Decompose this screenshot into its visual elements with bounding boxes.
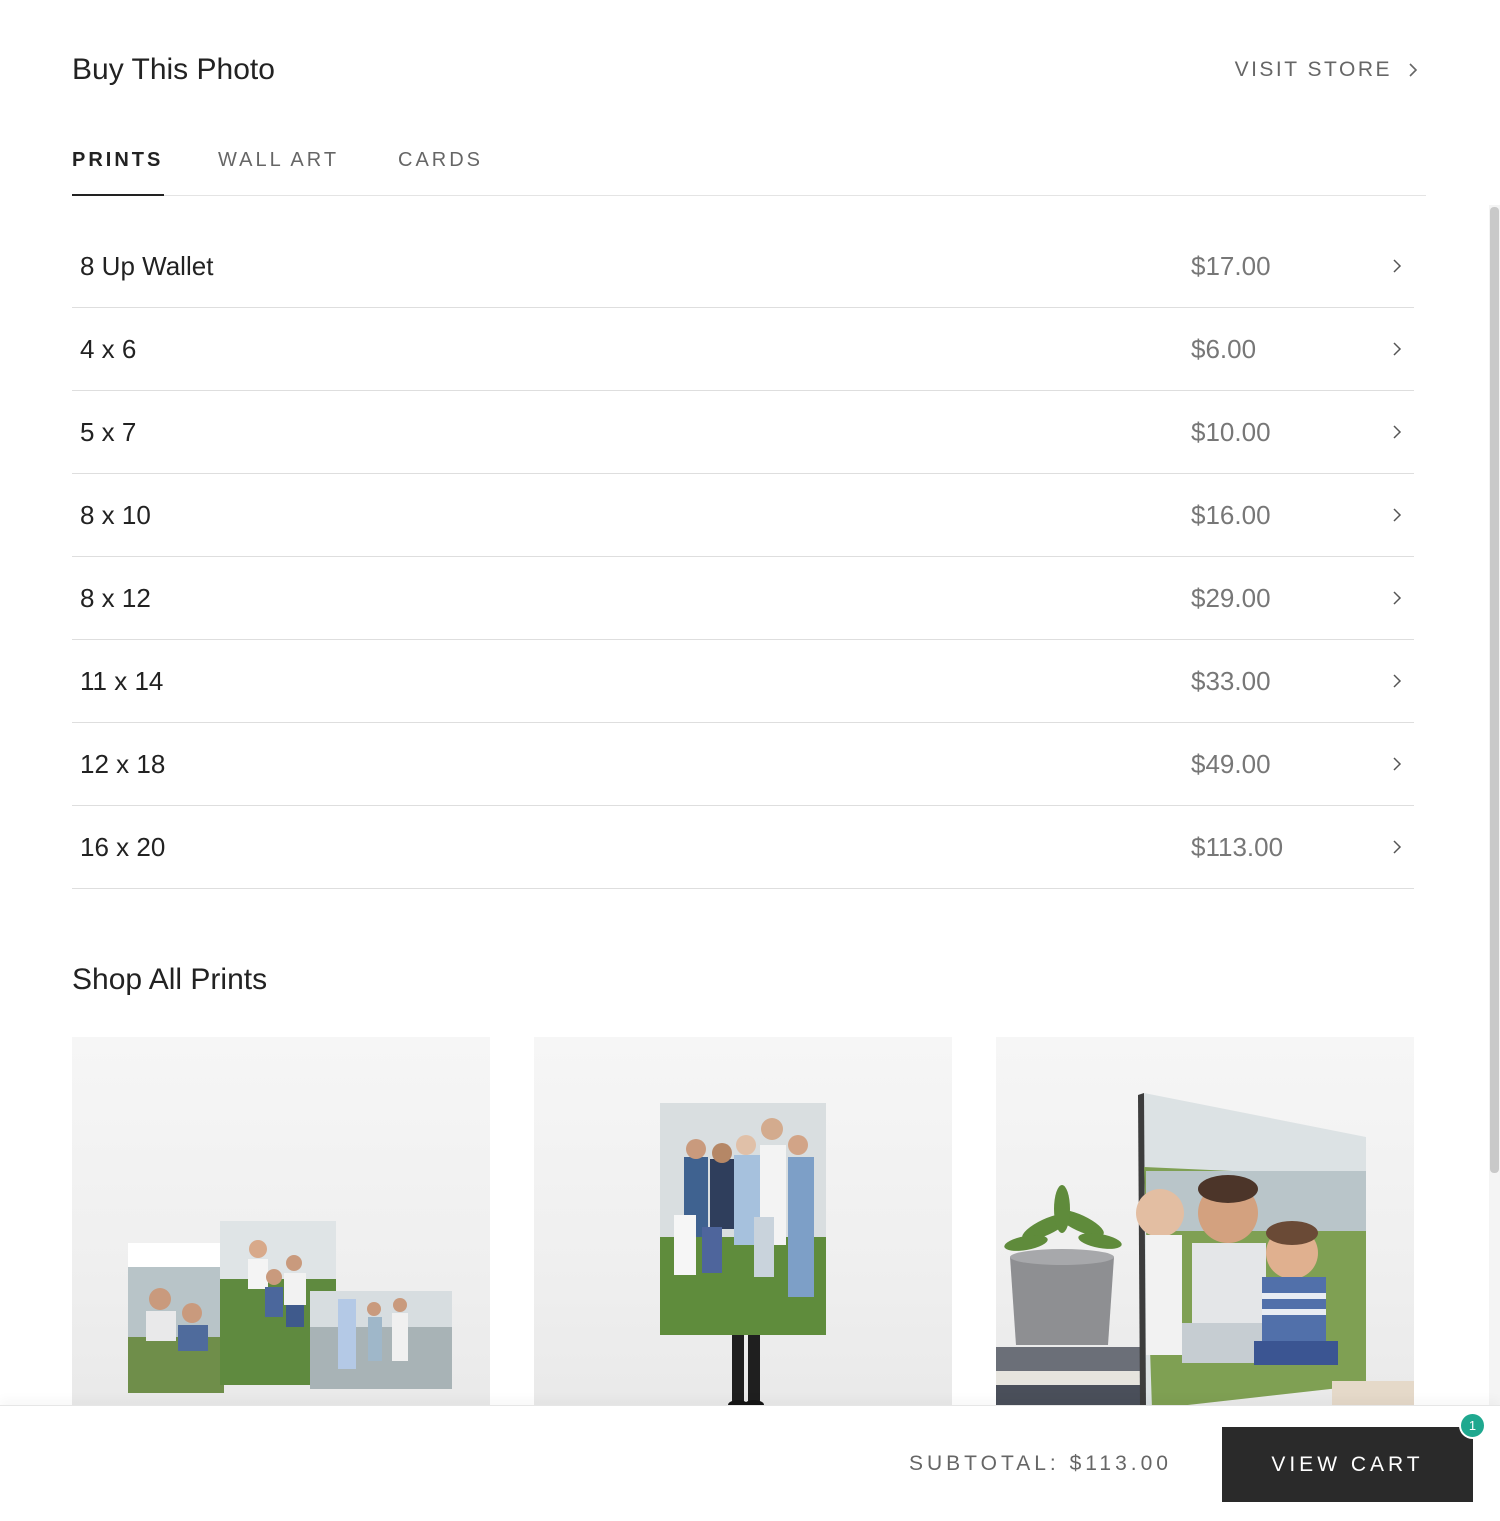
chevron-right-icon (1393, 757, 1402, 771)
print-collection-image (128, 1221, 452, 1393)
scrollbar-thumb[interactable] (1490, 207, 1499, 1173)
chevron-right-icon (1409, 63, 1418, 77)
visit-store-label: VISIT STORE (1234, 58, 1392, 81)
page-title: Buy This Photo (72, 53, 275, 86)
product-row-4x6[interactable]: 4 x 6 $6.00 (72, 308, 1414, 391)
product-row-8x10[interactable]: 8 x 10 $16.00 (72, 474, 1414, 557)
product-price: $49.00 (1191, 749, 1271, 779)
product-card-grid (72, 1037, 1414, 1417)
chevron-right-icon (1393, 342, 1402, 356)
chevron-right-icon (1393, 840, 1402, 854)
product-name: 5 x 7 (80, 417, 137, 447)
chevron-right-icon (1393, 591, 1402, 605)
product-name: 11 x 14 (80, 666, 164, 696)
large-print-image (660, 1103, 826, 1410)
product-price: $29.00 (1191, 583, 1271, 613)
tab-cards[interactable]: CARDS (398, 140, 483, 196)
cart-footer-bar: SUBTOTAL: $113.00 VIEW CART (0, 1405, 1500, 1521)
shop-all-prints-title: Shop All Prints (72, 963, 268, 996)
chevron-right-icon (1393, 259, 1402, 273)
standing-print-card[interactable] (996, 1037, 1414, 1417)
tab-wall-art[interactable]: WALL ART (218, 140, 339, 196)
product-row-5x7[interactable]: 5 x 7 $10.00 (72, 391, 1414, 474)
standing-print-image (996, 1093, 1414, 1417)
print-collection-card[interactable] (72, 1037, 490, 1417)
view-cart-button[interactable]: VIEW CART (1222, 1427, 1473, 1502)
product-row-12x18[interactable]: 12 x 18 $49.00 (72, 723, 1414, 806)
buy-photo-panel: Buy This Photo VISIT STORE PRINTS WALL A… (0, 0, 1500, 1521)
product-row-8x12[interactable]: 8 x 12 $29.00 (72, 557, 1414, 640)
large-print-card[interactable] (534, 1037, 952, 1417)
cart-count-badge: 1 (1459, 1412, 1486, 1439)
product-name: 8 Up Wallet (80, 251, 214, 281)
product-name: 8 x 10 (80, 500, 151, 530)
product-row-8-up-wallet[interactable]: 8 Up Wallet $17.00 (72, 225, 1414, 308)
product-price: $33.00 (1191, 666, 1271, 696)
product-price: $113.00 (1191, 832, 1284, 862)
product-name: 12 x 18 (80, 749, 166, 779)
chevron-right-icon (1393, 425, 1402, 439)
product-tabs: PRINTS WALL ART CARDS (72, 140, 1426, 196)
visit-store-link[interactable]: VISIT STORE (1235, 48, 1418, 92)
product-name: 8 x 12 (80, 583, 151, 613)
product-list: 8 Up Wallet $17.00 4 x 6 $6.00 5 x 7 $10… (72, 225, 1414, 889)
product-price: $17.00 (1191, 251, 1271, 281)
product-price: $10.00 (1191, 417, 1271, 447)
product-name: 16 x 20 (80, 832, 166, 862)
product-price: $6.00 (1191, 334, 1257, 364)
tab-prints[interactable]: PRINTS (72, 140, 164, 196)
header: Buy This Photo VISIT STORE (72, 48, 1426, 92)
chevron-right-icon (1393, 674, 1402, 688)
product-row-16x20[interactable]: 16 x 20 $113.00 (72, 806, 1414, 889)
product-name: 4 x 6 (80, 334, 137, 364)
product-price: $16.00 (1191, 500, 1271, 530)
product-row-11x14[interactable]: 11 x 14 $33.00 (72, 640, 1414, 723)
chevron-right-icon (1393, 508, 1402, 522)
subtotal-text: SUBTOTAL: $113.00 (909, 1452, 1172, 1475)
